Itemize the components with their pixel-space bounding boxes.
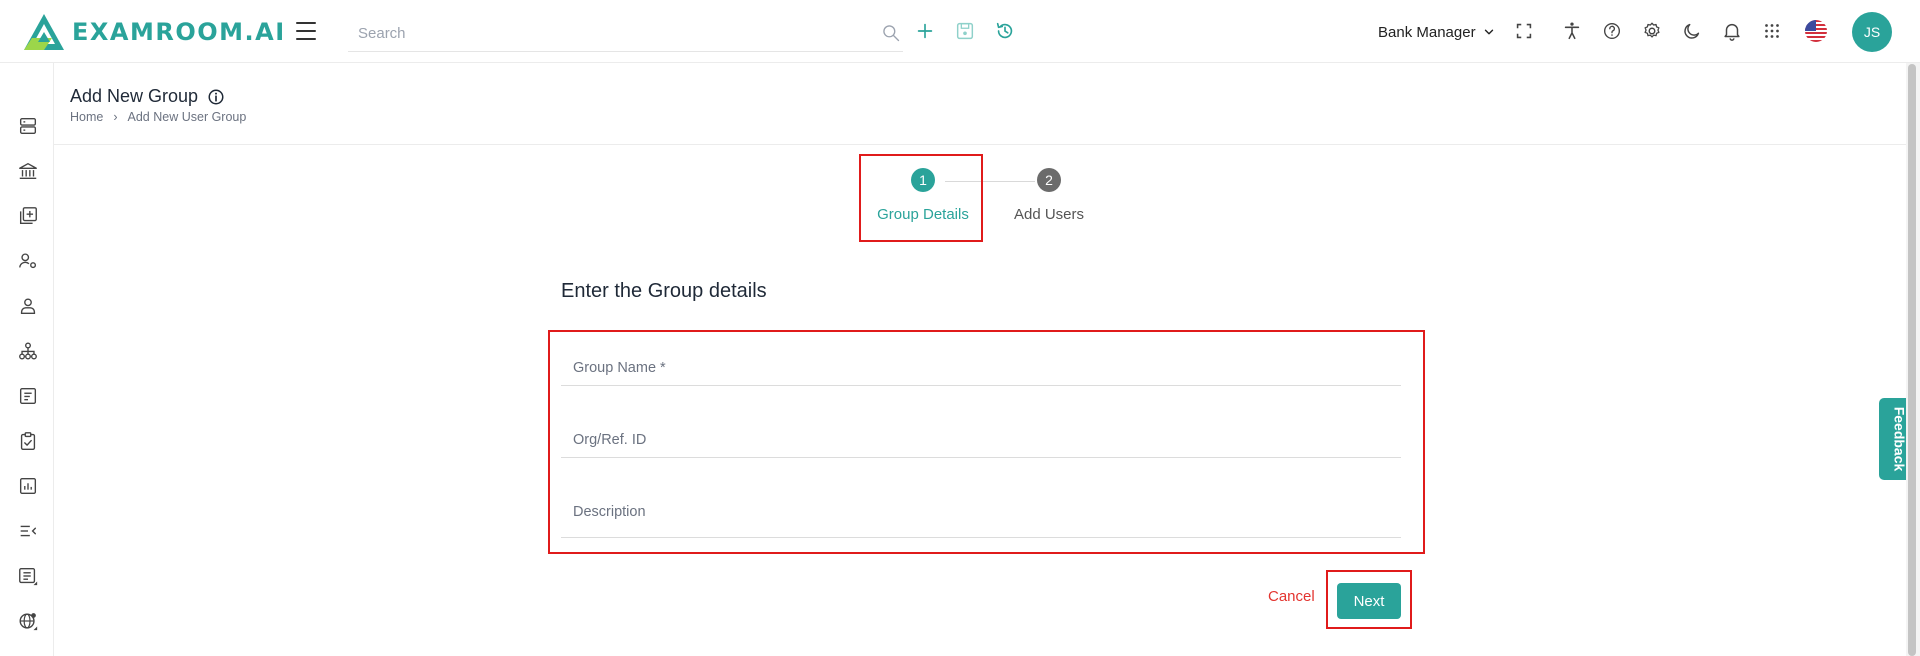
- history-icon: [996, 22, 1013, 39]
- settings-icon: [1644, 22, 1660, 38]
- step-add-users[interactable]: 2 Add Users: [994, 168, 1104, 223]
- globe-settings-icon: [19, 613, 38, 631]
- list-report-icon: [19, 567, 38, 586]
- language-selector[interactable]: [1804, 19, 1828, 43]
- add-button[interactable]: [914, 20, 936, 42]
- sidebar-item-bank[interactable]: [17, 160, 39, 182]
- menu-toggle-icon[interactable]: [296, 22, 316, 40]
- brand-name: EXAMROOM.AI: [72, 18, 286, 46]
- save-icon: [956, 22, 974, 40]
- history-button[interactable]: [994, 20, 1016, 42]
- notification-bell-icon: [1724, 23, 1740, 41]
- form-title: Enter the Group details: [561, 280, 767, 302]
- user-icon: [20, 298, 36, 315]
- sidebar-item-reports[interactable]: [17, 475, 39, 497]
- examroom-logo-icon: [24, 14, 64, 50]
- bar-chart-icon: [19, 477, 37, 495]
- hierarchy-icon: [19, 342, 37, 360]
- fullscreen-button[interactable]: [1513, 20, 1535, 42]
- user-avatar[interactable]: JS: [1852, 12, 1892, 52]
- top-bar: EXAMROOM.AI Bank Manager: [0, 0, 1920, 63]
- sidebar-item-hierarchy[interactable]: [17, 340, 39, 362]
- user-settings-icon: [19, 253, 37, 269]
- search-input[interactable]: [358, 20, 858, 46]
- apps-grid-icon: [1765, 24, 1779, 38]
- us-flag-icon: [1805, 20, 1827, 42]
- breadcrumb-chevron-icon: ›: [113, 110, 118, 124]
- role-label: Bank Manager: [1378, 23, 1476, 41]
- breadcrumb: Home › Add New User Group: [70, 110, 246, 124]
- breadcrumb-home-link[interactable]: Home: [70, 110, 103, 124]
- org-ref-id-input[interactable]: [573, 428, 1383, 452]
- info-icon[interactable]: [207, 88, 225, 106]
- step-2-indicator: 2: [1037, 168, 1061, 192]
- apps-button[interactable]: [1761, 20, 1783, 42]
- role-selector[interactable]: Bank Manager: [1378, 22, 1496, 42]
- highlight-box-stepper: [859, 154, 983, 242]
- group-name-input[interactable]: [573, 356, 1383, 380]
- sidebar: [0, 63, 54, 656]
- list-collapse-icon: [20, 525, 37, 537]
- help-icon: [1603, 22, 1621, 40]
- sidebar-item-tasks[interactable]: [17, 430, 39, 452]
- sidebar-item-add-library[interactable]: [17, 205, 39, 227]
- notifications-button[interactable]: [1721, 20, 1743, 42]
- sidebar-item-servers[interactable]: [17, 115, 39, 137]
- sidebar-item-collapse[interactable]: [17, 520, 39, 542]
- description-field: [561, 493, 1401, 538]
- sidebar-item-users[interactable]: [17, 295, 39, 317]
- help-button[interactable]: [1601, 20, 1623, 42]
- sidebar-item-list-report[interactable]: [17, 565, 39, 587]
- highlight-box-next: [1326, 570, 1412, 629]
- accessibility-icon: [1564, 22, 1580, 40]
- page-title: Add New Group: [70, 86, 225, 107]
- scrollbar-thumb[interactable]: [1908, 64, 1916, 656]
- fullscreen-icon: [1516, 23, 1532, 39]
- dark-mode-toggle[interactable]: [1681, 20, 1703, 42]
- step-2-label: Add Users: [1013, 206, 1085, 223]
- sidebar-item-global-settings[interactable]: [17, 610, 39, 632]
- bank-icon: [19, 162, 37, 180]
- search-icon[interactable]: [881, 23, 901, 43]
- sidebar-item-user-settings[interactable]: [17, 250, 39, 272]
- sidebar-item-documents[interactable]: [17, 385, 39, 407]
- group-name-field: [561, 342, 1401, 386]
- page-title-text: Add New Group: [70, 86, 199, 106]
- plus-icon: [917, 23, 933, 39]
- page-header: Add New Group Home › Add New User Group: [54, 63, 1906, 145]
- cancel-button[interactable]: Cancel: [1268, 588, 1315, 605]
- breadcrumb-current: Add New User Group: [127, 110, 247, 124]
- clipboard-check-icon: [20, 432, 36, 450]
- server-icon: [19, 117, 37, 135]
- brand-logo[interactable]: EXAMROOM.AI: [22, 12, 286, 52]
- description-input[interactable]: [573, 500, 1383, 524]
- document-icon: [19, 387, 37, 405]
- search-bar: [348, 14, 903, 52]
- org-ref-id-field: [561, 414, 1401, 458]
- add-library-icon: [19, 207, 37, 225]
- save-button[interactable]: [954, 20, 976, 42]
- chevron-down-icon: [1484, 29, 1493, 35]
- settings-button[interactable]: [1641, 20, 1663, 42]
- accessibility-button[interactable]: [1561, 20, 1583, 42]
- dark-mode-icon: [1684, 23, 1700, 39]
